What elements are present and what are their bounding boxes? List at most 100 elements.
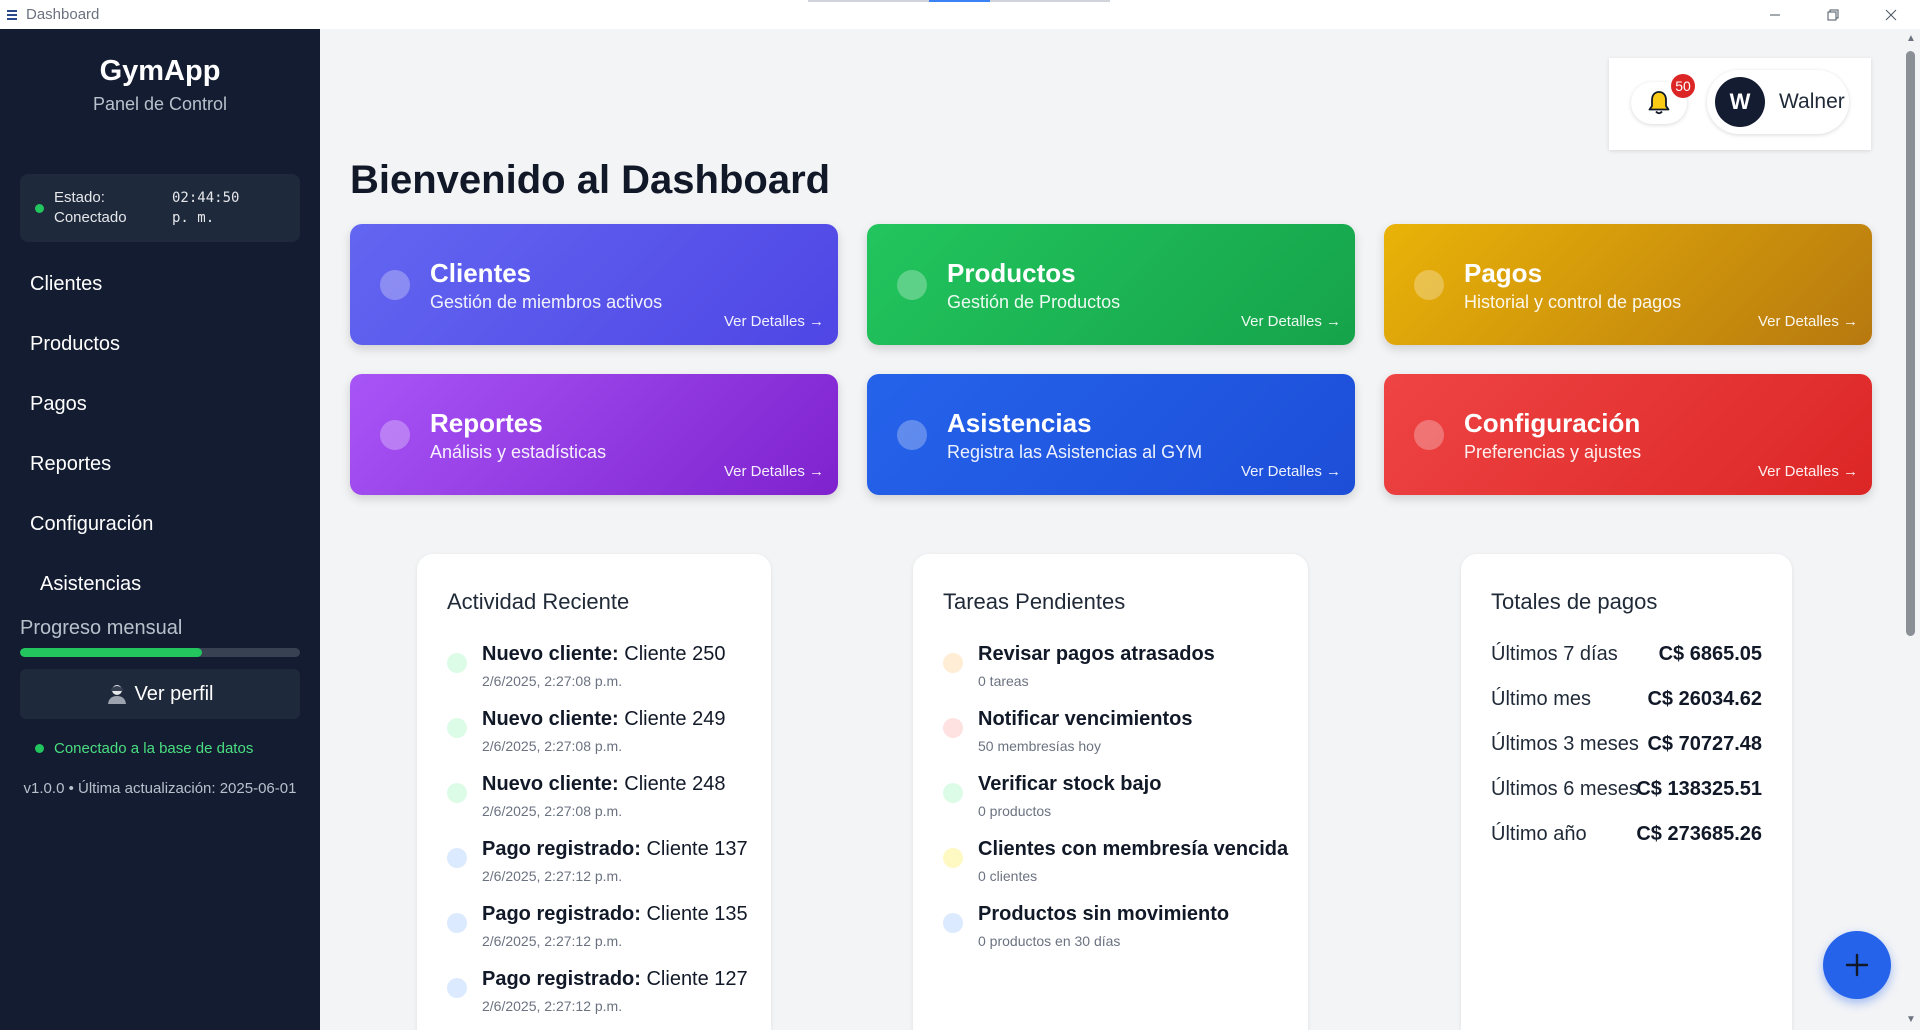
app-icon bbox=[7, 9, 17, 20]
task-title: Productos sin movimiento bbox=[978, 903, 1230, 925]
card-title: Pagos bbox=[1464, 258, 1543, 288]
card-icon bbox=[897, 420, 927, 450]
task-detail: 0 tareas bbox=[978, 673, 1029, 689]
totals-amount: C$ 138325.51 bbox=[1636, 778, 1762, 800]
panel-title: Actividad Reciente bbox=[447, 589, 630, 614]
user-panel: 50 W Walner bbox=[1609, 58, 1871, 150]
task-dot bbox=[943, 848, 963, 868]
restore-icon bbox=[1827, 9, 1839, 20]
plus-icon bbox=[1845, 953, 1869, 977]
minimize-button[interactable] bbox=[1746, 0, 1804, 29]
task-title: Clientes con membresía vencida bbox=[978, 838, 1289, 860]
card-title: Clientes bbox=[430, 258, 532, 288]
sidebar-item-configuracion[interactable]: Configuración bbox=[0, 494, 320, 554]
status-label: Estado: bbox=[54, 189, 105, 206]
task-dot bbox=[943, 913, 963, 933]
card-subtitle: Registra las Asistencias al GYM bbox=[947, 442, 1203, 462]
card-pagos[interactable]: Pagos Historial y control de pagos Ver D… bbox=[1384, 224, 1872, 345]
progress-track bbox=[20, 648, 300, 657]
card-details-link[interactable]: Ver Detalles → bbox=[1241, 313, 1341, 330]
page-title: Bienvenido al Dashboard bbox=[350, 158, 831, 202]
activity-type: Nuevo cliente: bbox=[482, 773, 619, 795]
task-title: Revisar pagos atrasados bbox=[978, 643, 1215, 665]
brand-name: GymApp bbox=[99, 55, 221, 87]
payment-totals-panel: Totales de pagos Últimos 7 días C$ 6865.… bbox=[1461, 554, 1792, 1030]
card-clientes[interactable]: Clientes Gestión de miembros activos Ver… bbox=[350, 224, 838, 345]
task-title: Notificar vencimientos bbox=[978, 708, 1193, 730]
card-reportes[interactable]: Reportes Análisis y estadísticas Ver Det… bbox=[350, 374, 838, 495]
sidebar-item-pagos[interactable]: Pagos bbox=[0, 374, 320, 434]
sidebar-item-clientes[interactable]: Clientes bbox=[0, 254, 320, 314]
card-subtitle: Análisis y estadísticas bbox=[430, 442, 607, 462]
activity-time: 2/6/2025, 2:27:12 p.m. bbox=[482, 998, 623, 1014]
card-title: Productos bbox=[947, 258, 1076, 288]
totals-period: Últimos 3 meses bbox=[1491, 733, 1639, 755]
active-tab-indicator bbox=[929, 0, 990, 2]
task-detail: 0 clientes bbox=[978, 868, 1038, 884]
activity-time: 2/6/2025, 2:27:08 p.m. bbox=[482, 673, 623, 689]
totals-amount: C$ 70727.48 bbox=[1647, 733, 1762, 755]
card-asistencias[interactable]: Asistencias Registra las Asistencias al … bbox=[867, 374, 1355, 495]
task-detail: 50 membresías hoy bbox=[978, 738, 1101, 754]
totals-period: Último año bbox=[1491, 823, 1587, 845]
activity-subject: Cliente 250 bbox=[624, 643, 726, 665]
activity-subject: Cliente 137 bbox=[646, 838, 748, 860]
view-profile-button[interactable]: Ver perfil bbox=[20, 669, 300, 719]
version-info: v1.0.0 • Última actualización: 2025-06-0… bbox=[23, 780, 297, 797]
task-detail: 0 productos en 30 días bbox=[978, 933, 1121, 949]
close-button[interactable] bbox=[1862, 0, 1920, 29]
activity-type: Nuevo cliente: bbox=[482, 708, 619, 730]
user-name: Walner bbox=[1779, 90, 1845, 113]
pending-tasks-panel: Tareas Pendientes Revisar pagos atrasado… bbox=[913, 554, 1308, 1030]
scroll-down-icon[interactable]: ▼ bbox=[1905, 1014, 1917, 1026]
panel-title: Tareas Pendientes bbox=[943, 589, 1126, 614]
activity-time: 2/6/2025, 2:27:12 p.m. bbox=[482, 868, 623, 884]
card-icon bbox=[380, 270, 410, 300]
progress-fill bbox=[20, 648, 202, 657]
scroll-up-icon[interactable]: ▲ bbox=[1905, 33, 1917, 45]
activity-type: Pago registrado: bbox=[482, 968, 641, 990]
card-title: Asistencias bbox=[947, 408, 1092, 438]
card-configuracion[interactable]: Configuración Preferencias y ajustes Ver… bbox=[1384, 374, 1872, 495]
card-details-link[interactable]: Ver Detalles → bbox=[1758, 463, 1858, 480]
vertical-scrollbar[interactable]: ▲ ▼ bbox=[1902, 29, 1920, 1030]
user-menu[interactable]: W Walner bbox=[1707, 70, 1849, 134]
card-details-link[interactable]: Ver Detalles → bbox=[1241, 463, 1341, 480]
scrollbar-thumb[interactable] bbox=[1906, 51, 1915, 636]
card-details-link[interactable]: Ver Detalles → bbox=[1758, 313, 1858, 330]
totals-row: Últimos 7 días C$ 6865.05 bbox=[1491, 643, 1762, 666]
db-status-text: Conectado a la base de datos bbox=[54, 740, 254, 757]
status-value: Conectado bbox=[54, 209, 127, 226]
activity-dot bbox=[447, 653, 467, 673]
notification-badge: 50 bbox=[1671, 74, 1695, 98]
sidebar-item-productos[interactable]: Productos bbox=[0, 314, 320, 374]
activity-time: 2/6/2025, 2:27:08 p.m. bbox=[482, 803, 623, 819]
sidebar-item-reportes[interactable]: Reportes bbox=[0, 434, 320, 494]
task-dot bbox=[943, 718, 963, 738]
sidebar-item-asistencias[interactable]: Asistencias bbox=[0, 554, 320, 614]
card-details-link[interactable]: Ver Detalles → bbox=[724, 463, 824, 480]
sidebar: GymApp Panel de Control Estado: Conectad… bbox=[0, 29, 320, 1030]
clock-period: p. m. bbox=[172, 210, 215, 226]
activity-dot bbox=[447, 718, 467, 738]
activity-dot bbox=[447, 913, 467, 933]
card-productos[interactable]: Productos Gestión de Productos Ver Detal… bbox=[867, 224, 1355, 345]
restore-button[interactable] bbox=[1804, 0, 1862, 29]
totals-row: Último año C$ 273685.26 bbox=[1491, 823, 1762, 846]
tab-strip bbox=[808, 0, 1110, 2]
task-title: Verificar stock bajo bbox=[978, 773, 1162, 795]
card-details-link[interactable]: Ver Detalles → bbox=[724, 313, 824, 330]
activity-subject: Cliente 135 bbox=[646, 903, 748, 925]
sidebar-nav: Clientes Productos Pagos Reportes Config… bbox=[0, 254, 320, 614]
view-profile-label: Ver perfil bbox=[134, 682, 214, 705]
activity-dot bbox=[447, 978, 467, 998]
activity-time: 2/6/2025, 2:27:12 p.m. bbox=[482, 933, 623, 949]
activity-dot bbox=[447, 848, 467, 868]
add-button[interactable] bbox=[1823, 931, 1891, 999]
card-icon bbox=[1414, 270, 1444, 300]
card-subtitle: Preferencias y ajustes bbox=[1464, 442, 1642, 462]
totals-period: Últimos 7 días bbox=[1491, 643, 1618, 665]
status-dot bbox=[35, 203, 44, 213]
window-titlebar: Dashboard bbox=[0, 0, 1920, 29]
card-subtitle: Gestión de miembros activos bbox=[430, 292, 663, 312]
